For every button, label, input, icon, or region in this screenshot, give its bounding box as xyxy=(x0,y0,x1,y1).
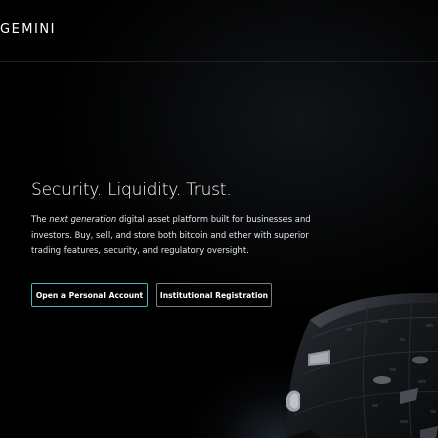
description-emphasis: next generation xyxy=(49,214,117,224)
spacecraft-image xyxy=(286,293,438,438)
page: GEMINI Security. Liquidity. Trust. The n… xyxy=(0,0,438,438)
open-personal-account-button[interactable]: Open a Personal Account xyxy=(31,283,148,307)
hero-section: Security. Liquidity. Trust. The next gen… xyxy=(31,180,331,259)
site-header: GEMINI xyxy=(0,0,438,62)
description-prefix: The xyxy=(31,214,50,224)
institutional-registration-button[interactable]: Institutional Registration xyxy=(156,283,272,307)
hero-headline: Security. Liquidity. Trust. xyxy=(31,180,232,200)
hero-description: The next generation digital asset platfo… xyxy=(31,212,321,259)
gemini-logo[interactable]: GEMINI xyxy=(0,22,56,37)
